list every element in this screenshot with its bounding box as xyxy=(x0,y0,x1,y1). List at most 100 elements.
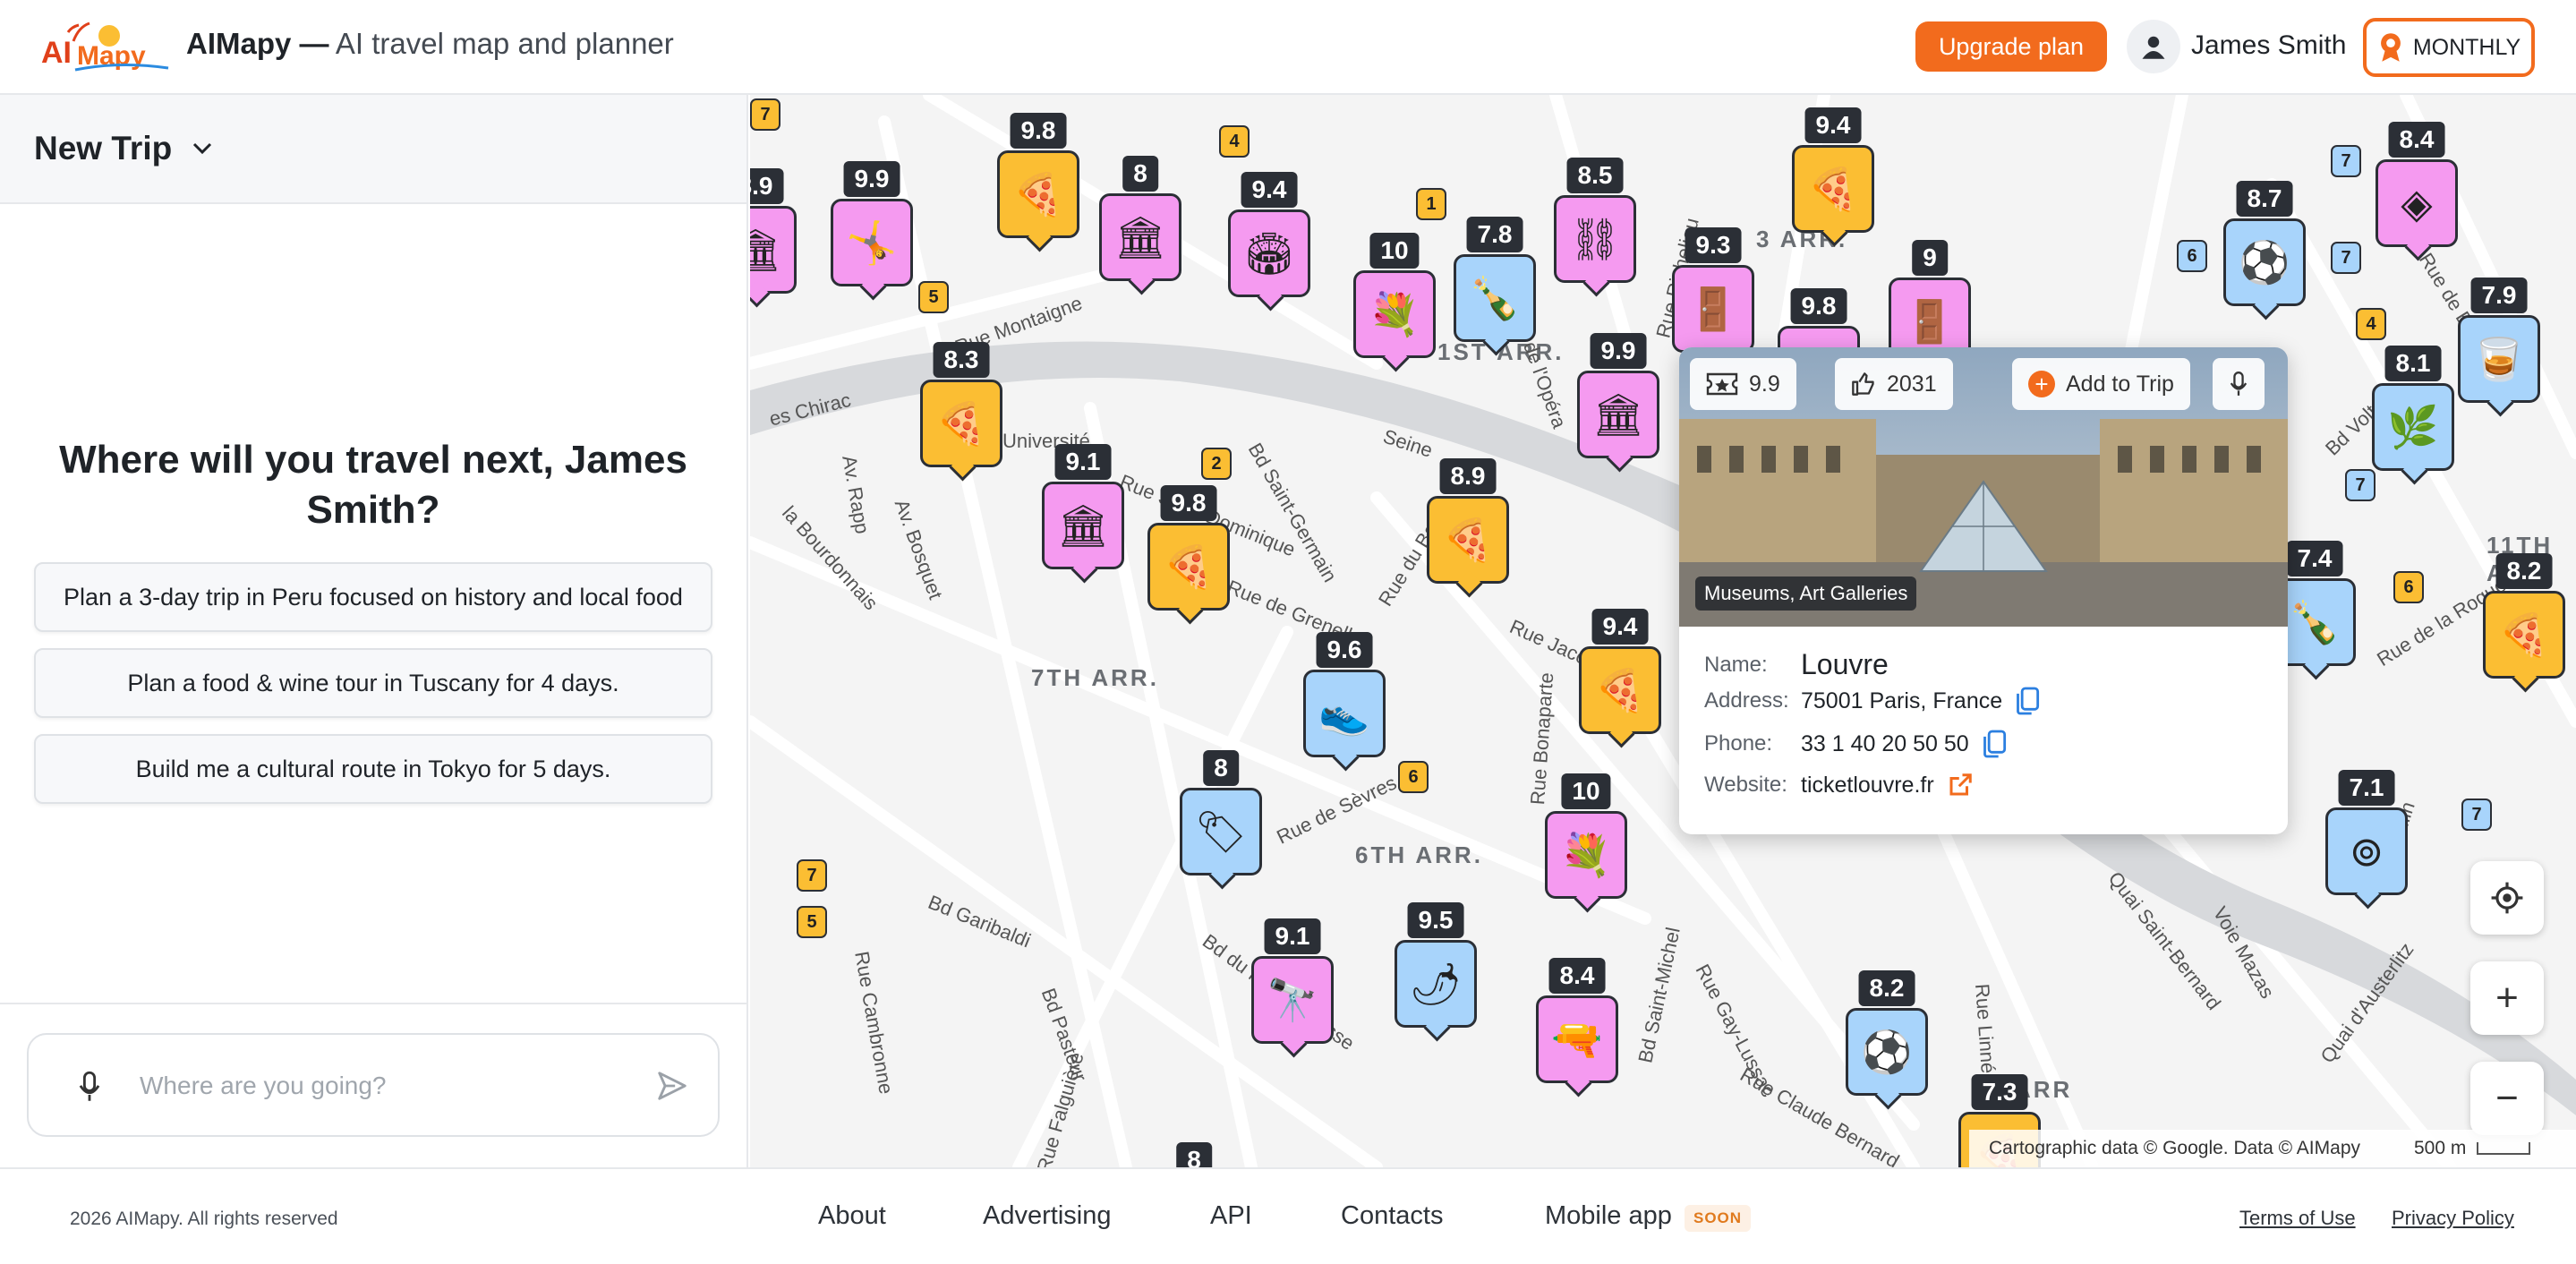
cluster-marker[interactable]: 6 xyxy=(1398,761,1429,793)
category-label: Museums, Art Galleries xyxy=(1695,576,1917,611)
place-address: 75001 Paris, France xyxy=(1801,688,2003,713)
rating-chip[interactable]: 9.9 xyxy=(1690,358,1796,410)
pizza-icon: 🍕 xyxy=(1792,145,1874,233)
place-website-link[interactable]: ticketlouvre.fr xyxy=(1801,773,1934,799)
medal-icon xyxy=(2380,33,2401,62)
district-label: 7TH ARR. xyxy=(1031,664,1159,691)
phone-key: Phone: xyxy=(1704,731,1773,756)
plus-circle-icon: + xyxy=(2028,371,2055,397)
museum-icon: 🏛 xyxy=(1099,193,1181,281)
shoe-icon: 👟 xyxy=(1303,670,1386,757)
trip-selector-dropdown[interactable]: New Trip xyxy=(0,95,746,204)
external-link-icon[interactable] xyxy=(1947,772,1974,799)
zoom-out-button[interactable]: − xyxy=(2470,1062,2544,1135)
cluster-marker[interactable]: 6 xyxy=(2393,571,2424,603)
avatar[interactable] xyxy=(2127,20,2180,73)
poi-score: 10 xyxy=(1369,233,1420,269)
poi-score: 9.4 xyxy=(1241,172,1298,208)
thumbs-up-icon xyxy=(1852,372,1874,396)
trip-selector-label: New Trip xyxy=(34,130,173,167)
poi-score: 7.1 xyxy=(2338,770,2395,806)
cluster-marker[interactable]: 7 xyxy=(750,98,780,131)
poi-score: 8.3 xyxy=(933,342,990,378)
map-attribution: Cartographic data © Google. Data © AIMap… xyxy=(1969,1130,2576,1167)
cluster-marker[interactable]: 7 xyxy=(2345,469,2376,501)
cluster-marker[interactable]: 7 xyxy=(2331,242,2361,274)
zoom-in-button[interactable]: + xyxy=(2470,961,2544,1035)
cluster-marker[interactable]: 7 xyxy=(2331,145,2361,177)
cluster-marker[interactable]: 5 xyxy=(797,906,827,938)
cluster-marker[interactable]: 4 xyxy=(2356,308,2386,340)
footer-link-contacts[interactable]: Contacts xyxy=(1341,1201,1443,1231)
soon-badge: SOON xyxy=(1685,1205,1752,1232)
flowers-icon: 💐 xyxy=(1353,270,1436,358)
upgrade-plan-button[interactable]: Upgrade plan xyxy=(1915,21,2107,72)
cluster-marker[interactable]: 1 xyxy=(1416,188,1446,220)
crosshair-icon xyxy=(2491,882,2523,914)
plan-badge-button[interactable]: MONTHLY xyxy=(2363,18,2535,77)
poi-score: 9.8 xyxy=(1160,485,1217,521)
poi-score: 7.8 xyxy=(1466,217,1523,252)
telescope-icon: 🔭 xyxy=(1251,956,1334,1044)
aimapy-logo[interactable]: AI Mapy xyxy=(39,18,170,75)
website-key: Website: xyxy=(1704,773,1787,797)
suggestion-tokyo[interactable]: Build me a cultural route in Tokyo for 5… xyxy=(34,734,712,804)
poi-score: 8.7 xyxy=(2236,181,2293,217)
cluster-marker[interactable]: 2 xyxy=(1201,448,1232,480)
poi-score: 9.9 xyxy=(843,161,900,197)
cluster-marker[interactable]: 5 xyxy=(918,281,949,313)
condom-icon: ⊚ xyxy=(2325,807,2408,895)
map-canvas[interactable]: 7TH ARR. 6TH ARR. 1ST ARR. 3 ARR. 11TH A… xyxy=(750,95,2576,1167)
attribution-text: Cartographic data © Google. Data © AIMap… xyxy=(1989,1138,2360,1158)
likes-count: 2031 xyxy=(1887,371,1937,397)
poi-score: 9 xyxy=(1912,240,1948,276)
cluster-marker[interactable]: 7 xyxy=(2461,799,2492,831)
microphone-icon[interactable] xyxy=(77,1071,102,1103)
destination-input[interactable] xyxy=(140,1065,641,1106)
district-label: 6TH ARR. xyxy=(1355,841,1483,868)
plan-label: MONTHLY xyxy=(2412,34,2521,60)
poi-score: 9.6 xyxy=(1316,632,1373,668)
add-to-trip-button[interactable]: + Add to Trip xyxy=(2012,358,2190,410)
chat-box xyxy=(27,1033,720,1137)
poi-score: 9.8 xyxy=(1790,288,1847,324)
privacy-link[interactable]: Privacy Policy xyxy=(2392,1207,2514,1230)
flowers-icon: 💐 xyxy=(1545,811,1627,899)
locate-me-button[interactable] xyxy=(2470,861,2544,935)
voice-button[interactable] xyxy=(2213,358,2265,410)
user-icon xyxy=(2142,36,2165,59)
poi-score: 9.4 xyxy=(1591,609,1649,645)
svg-text:AI: AI xyxy=(41,36,72,70)
diamond-icon: ◈ xyxy=(2376,159,2458,247)
handcuffs-icon: ⛓ xyxy=(1554,195,1636,283)
likes-chip[interactable]: 2031 xyxy=(1835,358,1953,410)
send-icon[interactable] xyxy=(655,1069,689,1103)
address-key: Address: xyxy=(1704,688,1789,713)
pizza-icon: 🍕 xyxy=(920,380,1002,467)
terms-link[interactable]: Terms of Use xyxy=(2239,1207,2356,1230)
cluster-marker[interactable]: 4 xyxy=(1219,125,1250,158)
user-name[interactable]: James Smith xyxy=(2191,30,2346,61)
copyright: 2026 AIMapy. All rights reserved xyxy=(70,1208,338,1229)
suggestion-peru[interactable]: Plan a 3-day trip in Peru focused on his… xyxy=(34,562,712,632)
poi-score: 8.1 xyxy=(2384,346,2442,381)
footer-link-about[interactable]: About xyxy=(818,1201,886,1231)
chat-area xyxy=(0,1003,746,1167)
copy-icon[interactable] xyxy=(2015,686,2040,716)
copy-icon[interactable] xyxy=(1982,729,2007,759)
poi-score: 8.5 xyxy=(1566,158,1624,193)
footer-link-api[interactable]: API xyxy=(1210,1201,1252,1231)
football-icon: ⚽ xyxy=(2223,218,2306,306)
poi-score: 8.9 xyxy=(1439,458,1497,494)
footer-link-advertising[interactable]: Advertising xyxy=(983,1201,1111,1231)
footer-link-mobile-app[interactable]: Mobile app xyxy=(1545,1201,1672,1231)
ticket-star-icon xyxy=(1706,372,1738,396)
cluster-marker[interactable]: 7 xyxy=(797,859,827,892)
football-icon: ⚽ xyxy=(1846,1008,1928,1096)
cluster-marker[interactable]: 6 xyxy=(2177,240,2207,272)
poi-score: 8 xyxy=(1176,1142,1212,1167)
pizza-icon: 🍕 xyxy=(2483,591,2565,679)
museum-icon: 🏛 xyxy=(750,206,797,294)
suggestion-tuscany[interactable]: Plan a food & wine tour in Tuscany for 4… xyxy=(34,648,712,718)
gymnastics-icon: 🤸 xyxy=(831,199,913,286)
